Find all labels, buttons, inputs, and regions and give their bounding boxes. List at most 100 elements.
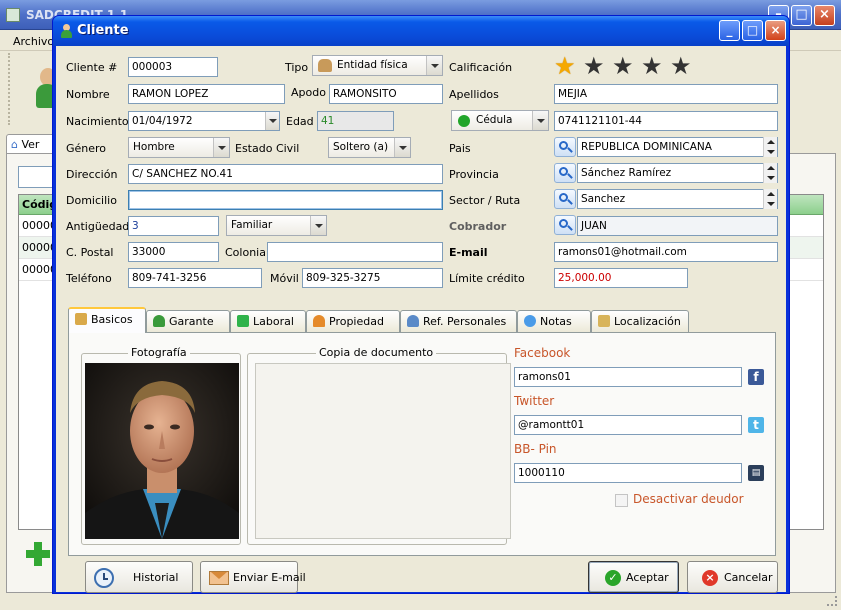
rating-star-icon[interactable]: ★ [583, 54, 605, 78]
postal-field[interactable]: 33000 [128, 242, 219, 262]
basicos-icon [75, 313, 87, 325]
tab-notas[interactable]: Notas [517, 310, 591, 332]
dialog-minimize-icon[interactable]: _ [719, 20, 740, 41]
rating-star-icon[interactable]: ★ [554, 54, 576, 78]
pais-search-icon[interactable] [554, 137, 576, 157]
facebook-field[interactable]: ramons01 [514, 367, 742, 387]
limite-credito-field[interactable]: 25,000.00 [554, 268, 688, 288]
tab-ref-personales[interactable]: Ref. Personales [400, 310, 517, 332]
client-photo[interactable] [85, 363, 239, 539]
maximize-icon[interactable]: □ [791, 5, 812, 26]
rating-star-icon[interactable]: ★ [612, 54, 634, 78]
facebook-icon[interactable]: f [748, 369, 764, 385]
dialog-title-bar[interactable]: Cliente _ □ × [53, 16, 789, 46]
estado-civil-select[interactable]: Soltero (a) [328, 137, 411, 158]
calendar-dropdown-icon[interactable] [265, 112, 279, 130]
aceptar-button[interactable]: ✓ Aceptar [588, 561, 679, 593]
movil-field[interactable]: 809-325-3275 [302, 268, 443, 288]
pais-label: Pais [449, 142, 471, 155]
chevron-down-icon [213, 138, 229, 157]
edad-field: 41 [317, 111, 394, 131]
foto-label: Fotografía [128, 346, 190, 359]
nacimiento-date-field[interactable]: 01/04/1972 [128, 111, 280, 131]
document-image-area[interactable] [255, 363, 511, 539]
enviar-email-label: Enviar E-mail [233, 571, 306, 584]
pais-spinner[interactable] [763, 137, 777, 157]
id-type-select[interactable]: Cédula [451, 110, 549, 131]
chat-icon[interactable]: ▤ [748, 465, 764, 481]
tipo-select[interactable]: Entidad física [312, 55, 443, 76]
cliente-number-field[interactable]: 000003 [128, 57, 218, 77]
enviar-email-button[interactable]: Enviar E-mail [200, 561, 306, 593]
historial-label: Historial [133, 571, 179, 584]
chevron-down-icon [426, 56, 442, 75]
garante-icon [153, 315, 165, 327]
background-tab-label: Ver [21, 138, 40, 151]
genero-select[interactable]: Hombre [128, 137, 230, 158]
desactivar-deudor-checkbox[interactable] [615, 494, 628, 507]
cedula-field[interactable]: 0741121101-44 [554, 111, 778, 131]
provincia-search-icon[interactable] [554, 163, 576, 183]
direccion-label: Dirección [66, 168, 118, 181]
desactivar-deudor-label: Desactivar deudor [633, 492, 744, 506]
rating-star-icon[interactable]: ★ [670, 54, 692, 78]
cobrador-search-icon[interactable] [554, 215, 576, 235]
apodo-field[interactable]: RAMONSITO [329, 84, 443, 104]
dialog-body: Cliente # 000003 Tipo Entidad física Cal… [56, 46, 786, 593]
background-tab[interactable]: ⌂ Ver [6, 134, 56, 154]
ref-personales-icon [407, 315, 419, 327]
tab-laboral-label: Laboral [253, 315, 294, 328]
twitter-icon[interactable]: t [748, 417, 764, 433]
tab-basicos[interactable]: Basicos [68, 307, 146, 333]
genero-value: Hombre [133, 141, 175, 153]
twitter-field[interactable]: @ramontt01 [514, 415, 742, 435]
historial-button[interactable]: Historial [85, 561, 193, 593]
direccion-field[interactable]: C/ SANCHEZ NO.41 [128, 164, 443, 184]
sector-spinner[interactable] [763, 189, 777, 209]
dialog-maximize-icon[interactable]: □ [742, 20, 763, 41]
bb-pin-field[interactable]: 1000110 [514, 463, 742, 483]
domicilio-field[interactable] [128, 190, 443, 210]
nombre-field[interactable]: RAMON LOPEZ [128, 84, 285, 104]
close-icon[interactable]: × [814, 5, 835, 26]
portrait-image [85, 363, 239, 539]
estado-civil-label: Estado Civil [235, 142, 300, 155]
dialog-close-icon[interactable]: × [765, 20, 786, 41]
resize-grip[interactable] [827, 596, 837, 606]
estado-civil-value: Soltero (a) [333, 141, 389, 153]
antiguedad-field[interactable]: 3 [128, 216, 219, 236]
cancelar-button[interactable]: × Cancelar [687, 561, 778, 593]
sector-search-icon[interactable] [554, 189, 576, 209]
sector-field[interactable]: Sanchez [577, 189, 778, 209]
facebook-label: Facebook [514, 346, 571, 360]
clock-icon [94, 568, 114, 588]
twitter-label: Twitter [514, 394, 555, 408]
cobrador-field[interactable]: JUAN [577, 216, 778, 236]
rating-star-icon[interactable]: ★ [641, 54, 663, 78]
tab-propiedad-label: Propiedad [329, 315, 384, 328]
provincia-spinner[interactable] [763, 163, 777, 183]
client-icon [60, 24, 72, 38]
provincia-field[interactable]: Sánchez Ramírez [577, 163, 778, 183]
antiguedad-unit-select[interactable]: Familiar [226, 215, 327, 236]
tab-localizacion-label: Localización [614, 315, 681, 328]
basicos-panel: Fotografía Copia de documento Facebook r… [68, 332, 776, 556]
add-icon[interactable] [26, 542, 50, 566]
propiedad-icon [313, 315, 325, 327]
chevron-down-icon [310, 216, 326, 235]
telefono-field[interactable]: 809-741-3256 [128, 268, 262, 288]
tab-propiedad[interactable]: Propiedad [306, 310, 400, 332]
edad-label: Edad [286, 115, 314, 128]
nacimiento-value: 01/04/1972 [132, 115, 193, 127]
pais-field[interactable]: REPUBLICA DOMINICANA [577, 137, 778, 157]
apellidos-field[interactable]: MEJIA [554, 84, 778, 104]
colonia-field[interactable] [267, 242, 443, 262]
sector-value: Sanchez [581, 193, 626, 205]
localizacion-icon [598, 315, 610, 327]
movil-label: Móvil [270, 272, 299, 285]
tab-laboral[interactable]: Laboral [230, 310, 306, 332]
email-field[interactable]: ramons01@hotmail.com [554, 242, 778, 262]
apellidos-label: Apellidos [449, 88, 499, 101]
tab-garante[interactable]: Garante [146, 310, 230, 332]
tab-localizacion[interactable]: Localización [591, 310, 689, 332]
